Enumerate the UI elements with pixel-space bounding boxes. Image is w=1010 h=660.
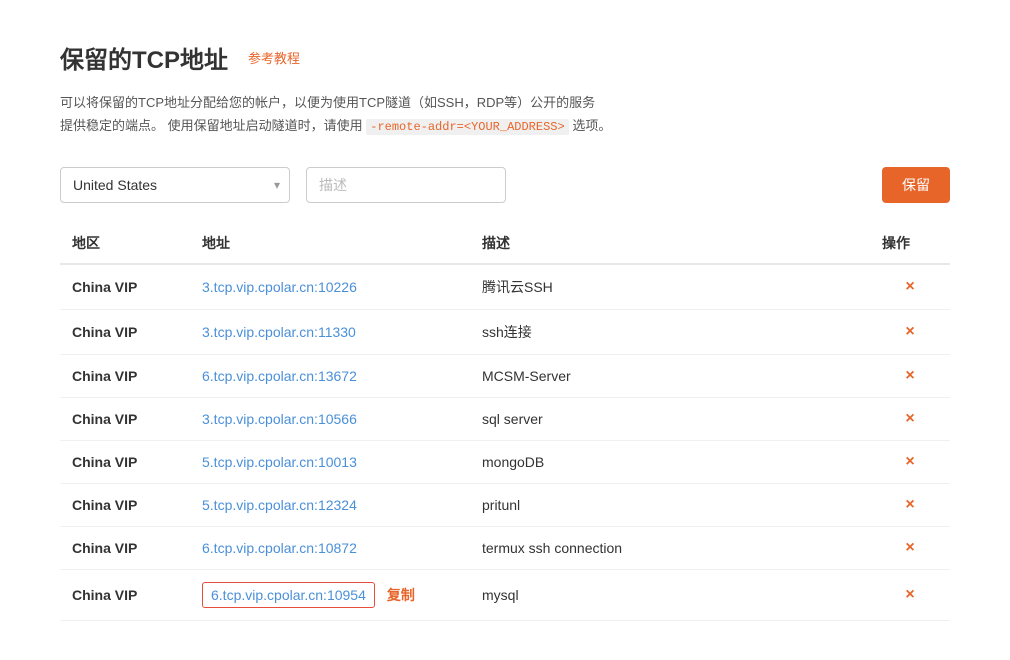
table-body: China VIP 3.tcp.vip.cpolar.cn:10226 腾讯云SSH… bbox=[60, 264, 950, 621]
cell-region: China VIP bbox=[60, 264, 190, 310]
table-row: China VIP 5.tcp.vip.cpolar.cn:12324 pritun… bbox=[60, 483, 950, 526]
table-row: China VIP 6.tcp.vip.cpolar.cn:10872 termux… bbox=[60, 526, 950, 569]
address-link[interactable]: 3.tcp.vip.cpolar.cn:11330 bbox=[202, 324, 356, 340]
cell-desc: termux ssh connection bbox=[470, 526, 870, 569]
cell-address: 6.tcp.vip.cpolar.cn:10954 复制 bbox=[190, 569, 470, 620]
cell-desc: ssh连接 bbox=[470, 309, 870, 354]
cell-address: 5.tcp.vip.cpolar.cn:12324 bbox=[190, 483, 470, 526]
cell-action: × bbox=[870, 309, 950, 354]
cell-address: 3.tcp.vip.cpolar.cn:11330 bbox=[190, 309, 470, 354]
table-row: China VIP 3.tcp.vip.cpolar.cn:10226 腾讯云SSH… bbox=[60, 264, 950, 310]
address-link[interactable]: 3.tcp.vip.cpolar.cn:10566 bbox=[202, 411, 357, 427]
desc-line1: 可以将保留的TCP地址分配给您的帐户，以便为使用TCP隧道（如SSH，RDP等）… bbox=[60, 95, 595, 110]
desc-line2: 提供稳定的端点。 使用保留地址启动隧道时，请使用 bbox=[60, 118, 363, 133]
delete-icon[interactable]: × bbox=[905, 539, 914, 556]
cell-action: × bbox=[870, 440, 950, 483]
table-row: China VIP 6.tcp.vip.cpolar.cn:10954 复制 mysq… bbox=[60, 569, 950, 620]
cell-address: 3.tcp.vip.cpolar.cn:10226 bbox=[190, 264, 470, 310]
ref-tutorial-link[interactable]: 参考教程 bbox=[248, 48, 300, 67]
table-row: China VIP 5.tcp.vip.cpolar.cn:10013 mongoD… bbox=[60, 440, 950, 483]
cell-address: 6.tcp.vip.cpolar.cn:10872 bbox=[190, 526, 470, 569]
table-header-row: 地区 地址 描述 操作 bbox=[60, 223, 950, 264]
cell-region: China VIP bbox=[60, 309, 190, 354]
save-button[interactable]: 保留 bbox=[882, 167, 950, 203]
cell-desc: pritunl bbox=[470, 483, 870, 526]
cell-action: × bbox=[870, 569, 950, 620]
cell-action: × bbox=[870, 264, 950, 310]
col-header-desc: 描述 bbox=[470, 223, 870, 264]
highlighted-address[interactable]: 6.tcp.vip.cpolar.cn:10954 bbox=[202, 582, 375, 608]
table-row: China VIP 3.tcp.vip.cpolar.cn:11330 ssh连接 × bbox=[60, 309, 950, 354]
cell-desc: sql server bbox=[470, 397, 870, 440]
page-description: 可以将保留的TCP地址分配给您的帐户，以便为使用TCP隧道（如SSH，RDP等）… bbox=[60, 91, 780, 139]
cell-address: 3.tcp.vip.cpolar.cn:10566 bbox=[190, 397, 470, 440]
reservations-table: 地区 地址 描述 操作 China VIP 3.tcp.vip.cpolar.cn… bbox=[60, 223, 950, 621]
cell-region: China VIP bbox=[60, 354, 190, 397]
address-link[interactable]: 6.tcp.vip.cpolar.cn:13672 bbox=[202, 368, 357, 384]
cell-desc: mongoDB bbox=[470, 440, 870, 483]
col-header-address: 地址 bbox=[190, 223, 470, 264]
delete-icon[interactable]: × bbox=[905, 453, 914, 470]
delete-icon[interactable]: × bbox=[905, 323, 914, 340]
region-select[interactable]: United StatesChina VIPEuropeAsia Pacific bbox=[60, 167, 290, 203]
cell-address: 6.tcp.vip.cpolar.cn:13672 bbox=[190, 354, 470, 397]
cell-region: China VIP bbox=[60, 397, 190, 440]
cell-address: 5.tcp.vip.cpolar.cn:10013 bbox=[190, 440, 470, 483]
desc-code: -remote-addr=<YOUR_ADDRESS> bbox=[366, 119, 568, 135]
region-select-wrapper: United StatesChina VIPEuropeAsia Pacific bbox=[60, 167, 290, 203]
desc-line3: 选项。 bbox=[572, 118, 611, 133]
cell-action: × bbox=[870, 526, 950, 569]
description-input[interactable] bbox=[306, 167, 506, 203]
cell-action: × bbox=[870, 354, 950, 397]
cell-desc: mysql bbox=[470, 569, 870, 620]
cell-desc: MCSM-Server bbox=[470, 354, 870, 397]
toolbar: United StatesChina VIPEuropeAsia Pacific… bbox=[60, 167, 950, 203]
cell-desc: 腾讯云SSH bbox=[470, 264, 870, 310]
address-link[interactable]: 6.tcp.vip.cpolar.cn:10872 bbox=[202, 540, 357, 556]
cell-region: China VIP bbox=[60, 526, 190, 569]
cell-action: × bbox=[870, 397, 950, 440]
delete-icon[interactable]: × bbox=[905, 278, 914, 295]
cell-region: China VIP bbox=[60, 440, 190, 483]
table-row: China VIP 3.tcp.vip.cpolar.cn:10566 sql se… bbox=[60, 397, 950, 440]
cell-action: × bbox=[870, 483, 950, 526]
copy-button[interactable]: 复制 bbox=[387, 585, 415, 605]
col-header-action: 操作 bbox=[870, 223, 950, 264]
delete-icon[interactable]: × bbox=[905, 410, 914, 427]
address-link[interactable]: 5.tcp.vip.cpolar.cn:10013 bbox=[202, 454, 357, 470]
address-link[interactable]: 5.tcp.vip.cpolar.cn:12324 bbox=[202, 497, 357, 513]
table-row: China VIP 6.tcp.vip.cpolar.cn:13672 MCSM-S… bbox=[60, 354, 950, 397]
address-link[interactable]: 3.tcp.vip.cpolar.cn:10226 bbox=[202, 279, 357, 295]
delete-icon[interactable]: × bbox=[905, 586, 914, 603]
cell-region: China VIP bbox=[60, 569, 190, 620]
delete-icon[interactable]: × bbox=[905, 496, 914, 513]
cell-region: China VIP bbox=[60, 483, 190, 526]
page-header: 保留的TCP地址 参考教程 bbox=[60, 40, 950, 75]
col-header-region: 地区 bbox=[60, 223, 190, 264]
page-title: 保留的TCP地址 bbox=[60, 40, 228, 75]
delete-icon[interactable]: × bbox=[905, 367, 914, 384]
